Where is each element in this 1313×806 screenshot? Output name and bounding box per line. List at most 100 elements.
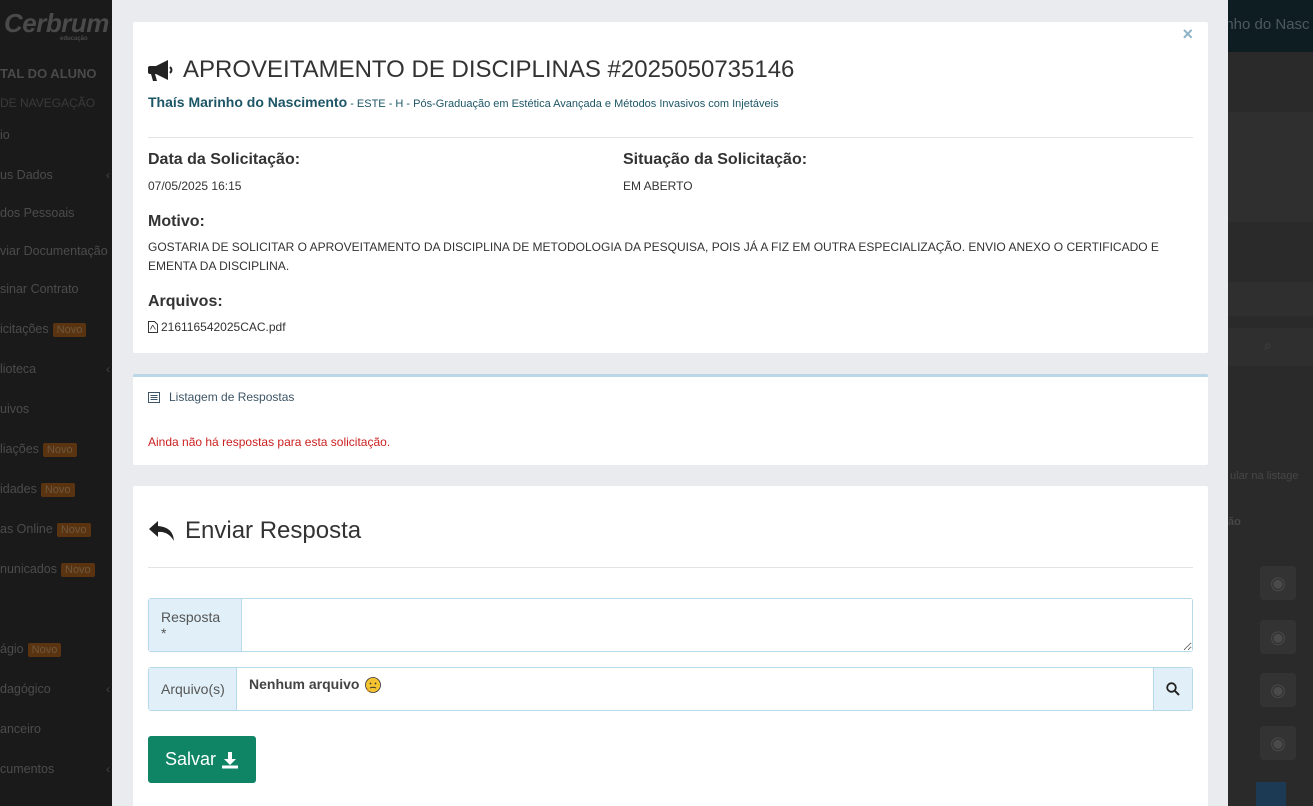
brand-logo: Cerbrum educação <box>4 8 109 42</box>
sidebar-item[interactable]: sinar Contrato <box>0 282 112 302</box>
column-header: ão <box>1228 516 1241 528</box>
student-info: Thaís Marinho do Nascimento - ESTE - H -… <box>148 94 779 110</box>
form-title: Enviar Resposta <box>185 517 362 544</box>
new-badge: Novo <box>56 523 91 537</box>
topbar: inho do Nasc <box>1222 0 1313 52</box>
status-value: EM ABERTO <box>623 179 693 193</box>
reply-form-card: Enviar Resposta Resposta * Arquivo(s) Ne… <box>133 486 1208 806</box>
sidebar-item-label: ágio <box>0 642 24 656</box>
new-badge: Novo <box>52 323 87 337</box>
form-title-row: Enviar Resposta <box>148 517 361 545</box>
date-value: 07/05/2025 16:15 <box>148 179 242 193</box>
sidebar-item[interactable]: liações Novo <box>0 442 112 462</box>
eye-icon[interactable]: ◉ <box>1260 620 1296 654</box>
file-picker-value: Nenhum arquivo <box>249 676 360 692</box>
response-textarea[interactable] <box>242 599 1192 651</box>
file-label: Arquivo(s) <box>149 668 237 710</box>
confused-emoji-icon <box>365 677 382 693</box>
topbar-user-name: inho do Nasc <box>1222 16 1310 33</box>
eye-icon[interactable]: ◉ <box>1260 566 1296 600</box>
file-search-button[interactable] <box>1153 668 1192 710</box>
eye-icon[interactable]: ◉ <box>1260 673 1296 707</box>
sidebar-item[interactable]: anceiro <box>0 722 112 742</box>
files-label: Arquivos: <box>148 293 223 310</box>
attached-file-link[interactable]: 216116542025CAC.pdf <box>148 320 286 334</box>
new-badge: Novo <box>61 563 95 577</box>
request-modal: × APROVEITAMENTO DE DISCIPLINAS #2025050… <box>112 0 1228 806</box>
portal-title: TAL DO ALUNO <box>0 66 97 81</box>
sidebar-item-label: us Dados <box>0 168 53 182</box>
sidebar-item-label: liações <box>0 442 39 456</box>
sidebar-item-label: idades <box>0 482 37 496</box>
modal-title: APROVEITAMENTO DE DISCIPLINAS #202505073… <box>183 56 795 83</box>
sidebar-item[interactable]: idades Novo <box>0 482 112 502</box>
save-button-label: Salvar <box>164 749 217 769</box>
new-badge: Novo <box>40 483 75 497</box>
sidebar-item-label: icitações <box>0 322 49 336</box>
sidebar-item[interactable]: lioteca ‹ <box>0 362 112 382</box>
sidebar-item[interactable]: us Dados ‹ <box>0 168 112 188</box>
sidebar-item[interactable]: io <box>0 128 112 148</box>
date-label: Data da Solicitação: <box>148 151 301 168</box>
sidebar-item[interactable]: dos Pessoais <box>0 206 112 226</box>
sidebar-item-label: dos Pessoais <box>0 206 75 220</box>
reply-icon <box>149 521 174 541</box>
list-hint: ular na listage <box>1230 470 1299 482</box>
save-button[interactable]: Salvar <box>148 736 256 783</box>
bg-search-icon: ⌕ <box>1264 337 1272 353</box>
sidebar-item-label: sinar Contrato <box>0 282 79 296</box>
sidebar-item[interactable]: uivos <box>0 402 112 422</box>
list-icon <box>148 391 160 403</box>
reason-label: Motivo: <box>148 213 205 230</box>
course-name: - ESTE - H - Pós-Graduação em Estética A… <box>347 98 779 110</box>
sidebar-item-label: anceiro <box>0 722 41 736</box>
reason-value: GOSTARIA DE SOLICITAR O APROVEITAMENTO D… <box>148 240 1159 273</box>
bg-filter <box>1228 282 1313 316</box>
sidebar-item-label: cumentos <box>0 762 55 776</box>
bg-panel <box>1228 112 1313 222</box>
sidebar-item[interactable]: ágio Novo <box>0 642 112 662</box>
chevron-icon: ‹ <box>106 762 110 776</box>
sidebar-item[interactable]: viar Documentação <box>0 244 112 264</box>
new-badge: Novo <box>27 643 62 657</box>
response-input-group: Resposta * <box>148 598 1193 652</box>
nav-title: DE NAVEGAÇÃO <box>0 96 96 110</box>
responses-card: Listagem de Respostas Ainda não há respo… <box>133 374 1208 465</box>
sidebar-item[interactable]: dagógico ‹ <box>0 682 112 702</box>
sidebar-item-label: uivos <box>0 402 30 416</box>
sidebar-item[interactable]: nunicados Novo <box>0 562 112 582</box>
sidebar-item-label: as Online <box>0 522 53 536</box>
new-badge: Novo <box>42 443 77 457</box>
file-picker-display[interactable]: Nenhum arquivo <box>237 668 1153 710</box>
status-label: Situação da Solicitação: <box>623 151 808 168</box>
pagination-current[interactable] <box>1256 782 1286 806</box>
eye-icon[interactable]: ◉ <box>1260 726 1296 760</box>
file-input-group: Arquivo(s) Nenhum arquivo <box>148 667 1193 711</box>
divider <box>148 137 1193 138</box>
megaphone-icon <box>148 60 173 81</box>
background-content: inho do Nasc ⌕ ular na listage ão ◉ ◉ ◉ … <box>1222 0 1313 806</box>
pdf-icon <box>148 321 158 333</box>
student-name: Thaís Marinho do Nascimento <box>148 94 348 110</box>
sidebar-item-label: nunicados <box>0 562 57 576</box>
request-details-card: × APROVEITAMENTO DE DISCIPLINAS #2025050… <box>133 22 1208 353</box>
sidebar-item[interactable]: icitações Novo <box>0 322 112 342</box>
modal-title-row: APROVEITAMENTO DE DISCIPLINAS #202505073… <box>148 56 794 84</box>
empty-responses-message: Ainda não há respostas para esta solicit… <box>148 435 391 449</box>
sidebar-item[interactable]: cumentos ‹ <box>0 762 112 782</box>
responses-header-label: Listagem de Respostas <box>169 390 295 404</box>
sidebar-item-label: dagógico <box>0 682 51 696</box>
close-icon[interactable]: × <box>1182 24 1193 45</box>
sidebar-item-label: lioteca <box>0 362 37 376</box>
responses-header: Listagem de Respostas <box>148 390 294 404</box>
bg-search: ⌕ <box>1228 328 1313 366</box>
file-name: 216116542025CAC.pdf <box>161 320 286 334</box>
divider <box>148 567 1193 568</box>
sidebar-item-label: viar Documentação <box>0 244 108 258</box>
sidebar-item[interactable]: as Online Novo <box>0 522 112 542</box>
sidebar-item-label: io <box>0 128 10 142</box>
chevron-icon: ‹ <box>106 168 110 182</box>
chevron-icon: ‹ <box>106 362 110 376</box>
background-sidebar: Cerbrum educação TAL DO ALUNO DE NAVEGAÇÃ… <box>0 0 112 806</box>
search-icon <box>1166 682 1180 696</box>
